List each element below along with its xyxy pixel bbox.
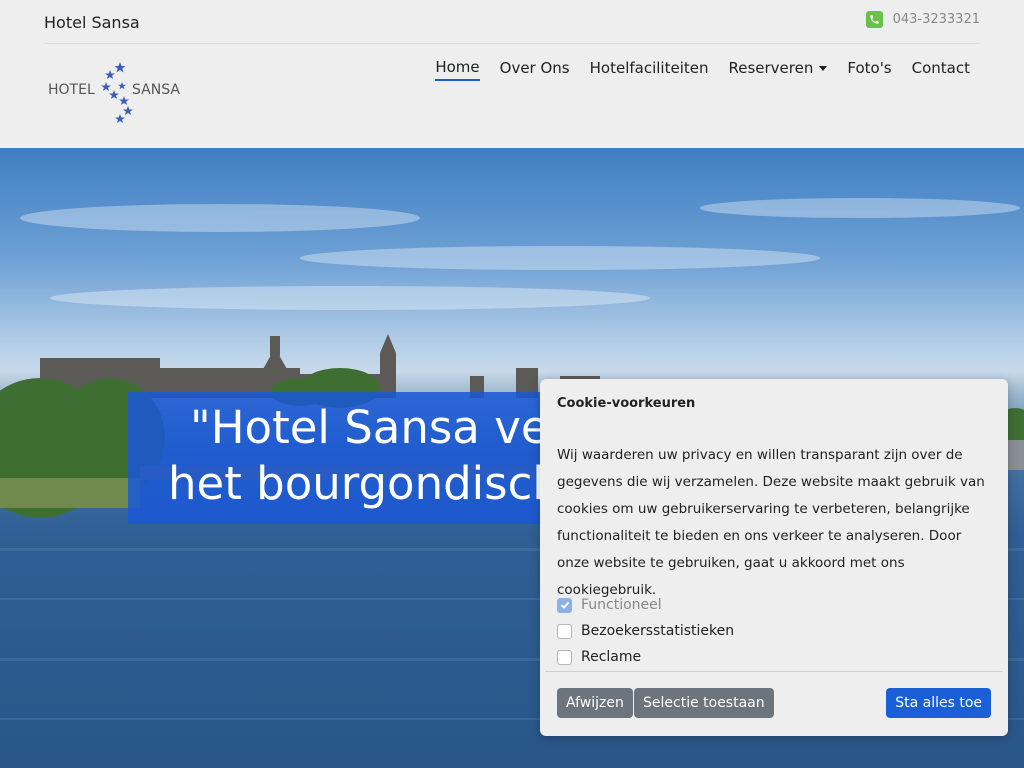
checkbox-reclame[interactable] [557, 649, 572, 665]
cookie-option-reclame[interactable]: Reclame [557, 649, 641, 665]
nav-contact[interactable]: Contact [912, 58, 970, 81]
cookie-title: Cookie-voorkeuren [557, 396, 696, 411]
reject-button[interactable]: Afwijzen [557, 688, 633, 718]
nav-home[interactable]: Home [435, 58, 480, 81]
cookie-description: Wij waarderen uw privacy en willen trans… [557, 447, 985, 598]
cookie-option-bezoekersstatistieken[interactable]: Bezoekersstatistieken [557, 623, 734, 639]
cookie-preferences-dialog: Cookie-voorkeuren Wij waarderen uw priva… [540, 379, 1008, 736]
site-header: Hotel Sansa 043-3233321 HOTEL SANSA Home [0, 0, 1024, 148]
nav-hotelfaciliteiten[interactable]: Hotelfaciliteiten [590, 58, 709, 81]
cookie-option-functioneel: Functioneel [557, 597, 662, 613]
phone-contact[interactable]: 043-3233321 [865, 11, 980, 28]
nav-fotos[interactable]: Foto's [847, 58, 891, 81]
phone-icon [865, 11, 883, 28]
checkbox-functioneel [557, 597, 572, 613]
cookie-divider [545, 671, 1003, 672]
nav-reserveren[interactable]: Reserveren [728, 58, 828, 81]
caret-down-icon [819, 65, 828, 71]
header-divider [44, 43, 980, 44]
allow-all-button[interactable]: Sta alles toe [886, 688, 991, 718]
phone-number[interactable]: 043-3233321 [893, 12, 980, 27]
svg-text:HOTEL: HOTEL [48, 82, 95, 98]
site-name: Hotel Sansa [44, 13, 140, 32]
main-nav: Home Over Ons Hotelfaciliteiten Reserver… [435, 58, 970, 81]
checkbox-bezoekersstatistieken[interactable] [557, 623, 572, 639]
checkmark-icon [560, 601, 569, 609]
nav-over-ons[interactable]: Over Ons [500, 58, 570, 81]
allow-selection-button[interactable]: Selectie toestaan [634, 688, 774, 718]
hotel-sansa-logo[interactable]: HOTEL SANSA [48, 60, 194, 124]
svg-text:SANSA: SANSA [132, 82, 180, 98]
